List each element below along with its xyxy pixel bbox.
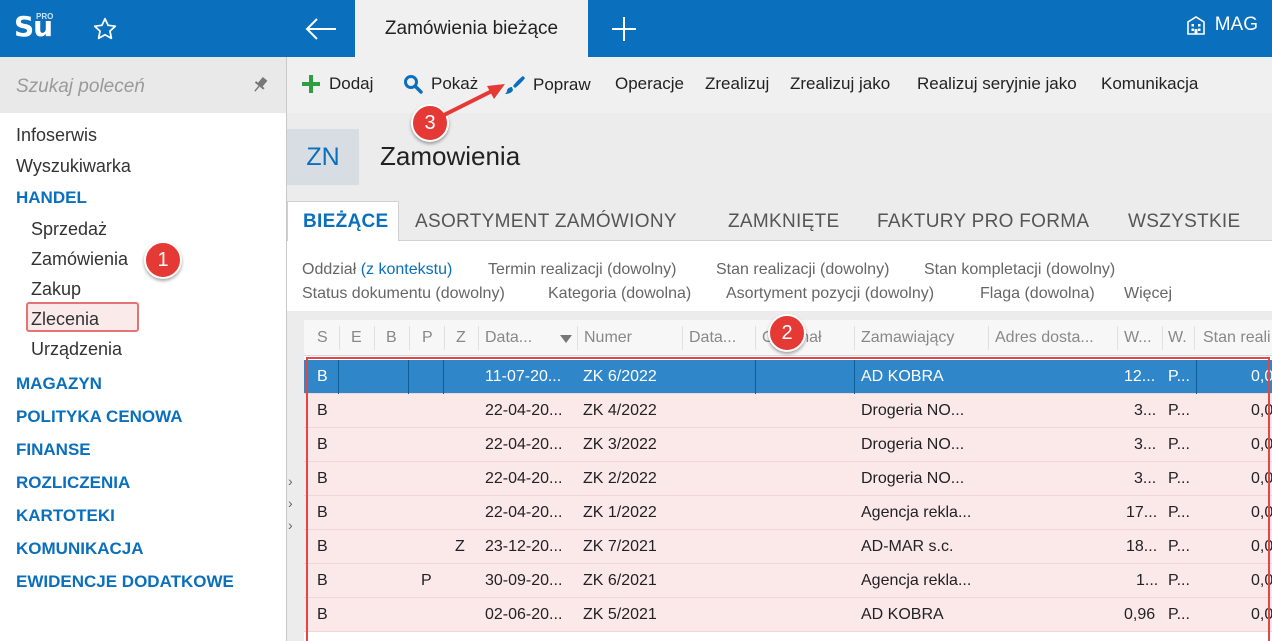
annotation-arrow: [439, 84, 505, 119]
